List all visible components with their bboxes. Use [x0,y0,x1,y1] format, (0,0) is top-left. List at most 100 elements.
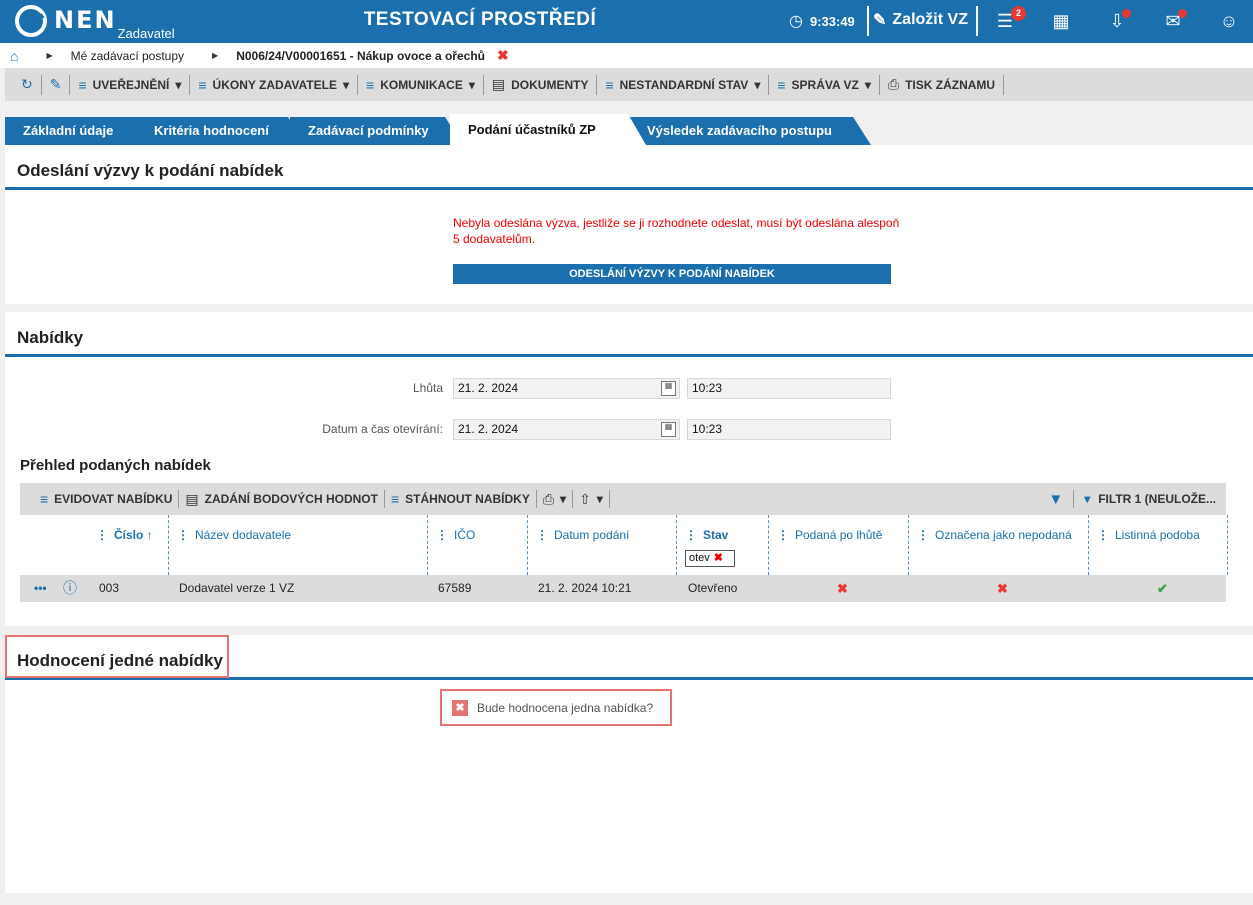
column-header-listinna[interactable]: ⋮ Listinná podoba [1088,515,1228,575]
toolbar-dokumenty-label: DOKUMENTY [511,77,589,92]
column-header-nazev[interactable]: ⋮ Název dodavatele [168,515,427,575]
tab-kriteria[interactable]: Kritéria hodnocení [136,117,306,145]
caret-down-icon: ▾ [1084,492,1091,506]
title-highlight-frame [5,635,229,678]
column-header-datum[interactable]: ⋮ Datum podání [527,515,676,575]
breadcrumb-item-my-procedures[interactable]: Mé zadávací postupy [71,49,184,63]
toolbar-uverejneni[interactable]: ≡ UVEŘEJNĚNÍ ▾ [70,74,191,95]
section-vyzva-title: Odeslání výzvy k podání nabídek [5,145,1253,190]
list-icon: ≡ [390,491,400,507]
info-icon[interactable]: ⓘ [63,575,77,602]
row-actions-icon[interactable]: ••• [34,575,47,602]
download-offers-button[interactable]: ≡ STÁHNOUT NABÍDKY [385,490,537,508]
column-menu-icon[interactable]: ⋮ [177,528,189,542]
send-invitation-button[interactable]: ODESLÁNÍ VÝZVY K PODÁNÍ NABÍDEK [453,264,891,284]
column-header-cislo[interactable]: ⋮ Číslo ↑ [90,515,168,575]
stav-filter-chip[interactable]: otev ✖ [685,550,735,567]
toolbar-tisk-label: TISK ZÁZNAMU [905,77,996,92]
print-icon: ⎙ [887,76,900,92]
session-time: 9:33:49 [809,13,855,29]
topbar-divider [976,6,978,36]
open-datetime-label: Datum a čas otevírání: [322,422,443,436]
enter-points-label: ZADÁNÍ BODOVÝCH HODNOT [204,492,378,506]
caret-down-icon: ▾ [864,77,871,92]
toolbar-komunikace-label: KOMUNIKACE [380,77,463,92]
cell-nepodana-no-icon: ✖ [997,581,1008,596]
tab-zakladni-udaje[interactable]: Základní údaje [5,117,159,145]
toolbar-dokumenty[interactable]: ▤ DOKUMENTY [484,74,598,95]
open-time-field[interactable]: 10:23 [687,419,891,440]
toolbar-sprava[interactable]: ≡ SPRÁVA VZ ▾ [769,74,880,95]
tab-vysledek[interactable]: Výsledek zadávacího postupu [629,117,871,145]
column-menu-icon[interactable]: ⋮ [917,528,929,542]
close-procedure-icon[interactable]: ✖ [497,47,509,64]
cell-stav: Otevřeno [688,581,738,595]
breadcrumb-item-current[interactable]: N006/24/V00001651 - Nákup ovoce a ořechů [236,49,485,63]
column-cislo-label: Číslo [114,528,144,542]
toolbar-ukony[interactable]: ≡ ÚKONY ZADAVATELE ▾ [190,74,359,95]
column-header-po-lhute[interactable]: ⋮ Podaná po lhůtě [768,515,908,575]
column-menu-icon[interactable]: ⋮ [536,528,548,542]
caret-down-icon: ▾ [342,77,350,92]
tab-zadavaci-podminky[interactable]: Zadávací podmínky [290,117,463,145]
filter-select[interactable]: ▾ FILTR 1 (NEULOŽE... [1084,492,1216,506]
clear-filter-icon[interactable]: ✖ [714,552,723,564]
lhuta-date-field[interactable]: 21. 2. 2024 ▦ [453,378,680,399]
column-menu-icon[interactable]: ⋮ [685,528,697,542]
enter-points-button[interactable]: ▤ ZADÁNÍ BODOVÝCH HODNOT [179,490,385,508]
refresh-button[interactable]: ↻ [13,74,42,95]
grid-print-button[interactable]: ⎙ ▾ [537,490,574,508]
column-datum-label: Datum podání [554,528,630,542]
toolbar-komunikace[interactable]: ≡ KOMUNIKACE ▾ [358,74,484,95]
filter-icon[interactable]: ▼ [1048,491,1063,508]
tab-bar: Základní údaje Kritéria hodnocení Zadáva… [5,114,905,145]
table-row[interactable]: ••• ⓘ 003 Dodavatel verze 1 VZ 67589 21.… [20,575,1226,602]
caret-down-icon: ▾ [175,77,182,92]
caret-down-icon: ▾ [468,77,475,92]
column-menu-icon[interactable]: ⋮ [777,528,789,542]
column-stav-label: Stav [703,528,729,542]
user-icon[interactable]: ☺ [1217,10,1241,32]
edit-button[interactable]: ✎ [42,74,71,95]
lhuta-label: Lhůta [412,381,443,395]
edit-icon: ✎ [873,12,887,29]
column-listinna-label: Listinná podoba [1115,528,1200,542]
tab-podani-ucastniku[interactable]: Podání účastníků ZP [450,114,646,145]
mail-alert-dot [1178,9,1187,18]
toolbar-nestandardni[interactable]: ≡ NESTANDARDNÍ STAV ▾ [597,74,770,95]
download-offers-label: STÁHNOUT NABÍDKY [405,492,530,506]
register-offer-button[interactable]: ≡ EVIDOVAT NABÍDKU [34,490,180,508]
column-menu-icon[interactable]: ⋮ [96,528,108,542]
calendar-picker-icon[interactable]: ▦ [661,422,676,437]
column-header-nepodana[interactable]: ⋮ Označena jako nepodaná [908,515,1088,575]
top-bar: NEN Zadavatel TESTOVACÍ PROSTŘEDÍ ◷ 9:33… [0,0,1253,43]
column-menu-icon[interactable]: ⋮ [436,528,448,542]
grid-export-button[interactable]: ⇧ ▾ [573,490,610,508]
document-icon: ▤ [185,490,199,507]
pencil-icon: ✎ [49,76,62,92]
lhuta-time-field[interactable]: 10:23 [687,378,891,399]
open-date-field[interactable]: 21. 2. 2024 ▦ [453,419,680,440]
filter-select-label: FILTR 1 (NEULOŽE... [1098,492,1216,506]
home-icon[interactable]: ⌂ [10,48,18,64]
section-nabidky-title: Nabídky [5,312,1253,357]
list-icon: ≡ [605,76,614,93]
create-vz-button[interactable]: ✎ Založit VZ [873,10,968,30]
toolbar-tisk[interactable]: ⎙ TISK ZÁZNAMU [880,74,1005,95]
single-offer-checkbox[interactable]: ✖ Bude hodnocena jedna nabídka? [440,689,672,726]
caret-down-icon: ▾ [560,492,567,506]
breadcrumb-arrow-icon: ▶ [46,51,53,60]
session-clock: ◷ 9:33:49 [789,11,855,31]
lhuta-date-value: 21. 2. 2024 [458,381,519,395]
vyzva-warning: Nebyla odeslána výzva, jestliže se ji ro… [453,216,900,246]
print-icon: ⎙ [542,490,555,507]
document-icon: ▤ [491,76,506,92]
list-icon: ≡ [366,76,375,93]
list-icon: ≡ [198,76,207,93]
column-header-ico[interactable]: ⋮ IČO [427,515,527,575]
calendar-picker-icon[interactable]: ▦ [661,381,676,396]
column-header-stav[interactable]: ⋮ Stav otev ✖ [676,515,768,575]
column-menu-icon[interactable]: ⋮ [1097,528,1109,542]
section-nabidky: Nabídky Lhůta 21. 2. 2024 ▦ 10:23 Datum … [5,312,1253,626]
calendar-icon[interactable]: ▦ [1049,10,1073,32]
